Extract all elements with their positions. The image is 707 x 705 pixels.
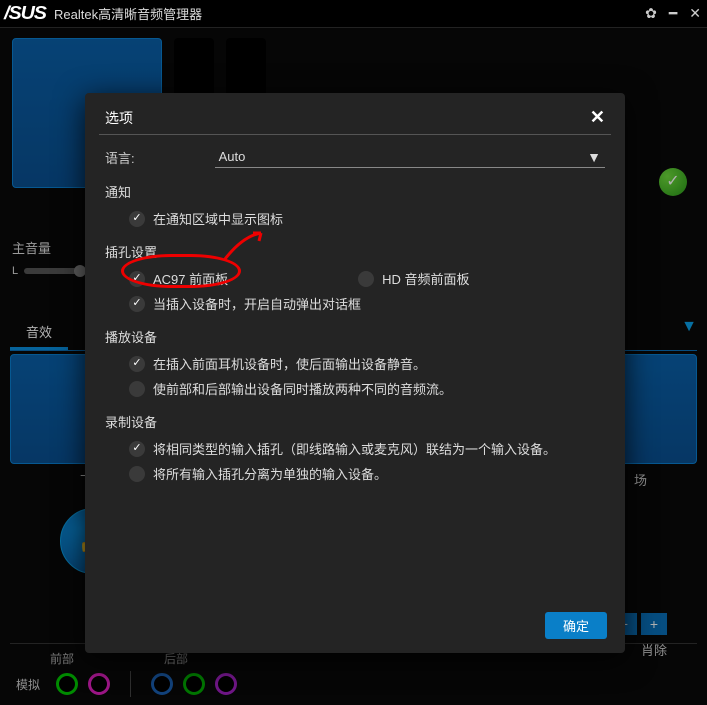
asus-logo: /SUS	[4, 3, 46, 24]
checkbox-split-streams[interactable]	[129, 381, 145, 397]
close-icon[interactable]: ✕	[689, 5, 701, 22]
radio-ac97[interactable]	[129, 271, 145, 287]
split-inputs-label: 将所有输入插孔分离为单独的输入设备。	[153, 464, 387, 483]
language-row: 语言: Auto ▼	[105, 147, 605, 168]
mute-rear-label: 在插入前面耳机设备时，使后面输出设备静音。	[153, 354, 426, 373]
settings-gear-icon[interactable]: ✿	[645, 5, 657, 22]
minimize-icon[interactable]: ━	[669, 5, 677, 22]
divider	[99, 134, 611, 135]
chevron-down-icon: ▼	[587, 149, 601, 165]
tie-same-label: 将相同类型的输入插孔（即线路输入或麦克风）联结为一个输入设备。	[153, 439, 556, 458]
language-value: Auto	[219, 149, 246, 165]
title-bar: /SUS Realtek高清晰音频管理器 ✿ ━ ✕	[0, 0, 707, 28]
checkbox-show-tray[interactable]	[129, 211, 145, 227]
record-heading: 录制设备	[105, 412, 605, 431]
checkbox-tie-same[interactable]	[129, 441, 145, 457]
checkbox-mute-rear[interactable]	[129, 356, 145, 372]
app-title: Realtek高清晰音频管理器	[54, 4, 645, 23]
split-streams-label: 使前部和后部输出设备同时播放两种不同的音频流。	[153, 379, 452, 398]
checkbox-auto-popup[interactable]	[129, 296, 145, 312]
checkbox-split-inputs[interactable]	[129, 466, 145, 482]
language-select[interactable]: Auto ▼	[215, 147, 605, 168]
auto-popup-label: 当插入设备时，开启自动弹出对话框	[153, 294, 361, 313]
playback-heading: 播放设备	[105, 327, 605, 346]
notify-heading: 通知	[105, 182, 605, 201]
ac97-label: AC97 前面板	[153, 269, 228, 288]
main-background: ✓ 主音量 L 音效 ▼ 下 场 👍 流 − + 肖除 前部 后部	[0, 28, 707, 705]
dialog-title: 选项	[105, 108, 133, 128]
language-label: 语言:	[105, 148, 135, 167]
ok-button[interactable]: 确定	[545, 612, 607, 639]
jack-settings-heading: 插孔设置	[105, 242, 605, 261]
show-tray-label: 在通知区域中显示图标	[153, 209, 283, 228]
radio-hd-audio[interactable]	[358, 271, 374, 287]
options-dialog: 选项 ✕ 语言: Auto ▼ 通知 在通知区域中显示图标 插孔设置 AC97	[85, 93, 625, 653]
hd-audio-label: HD 音频前面板	[382, 269, 469, 288]
dialog-close-icon[interactable]: ✕	[590, 107, 605, 128]
